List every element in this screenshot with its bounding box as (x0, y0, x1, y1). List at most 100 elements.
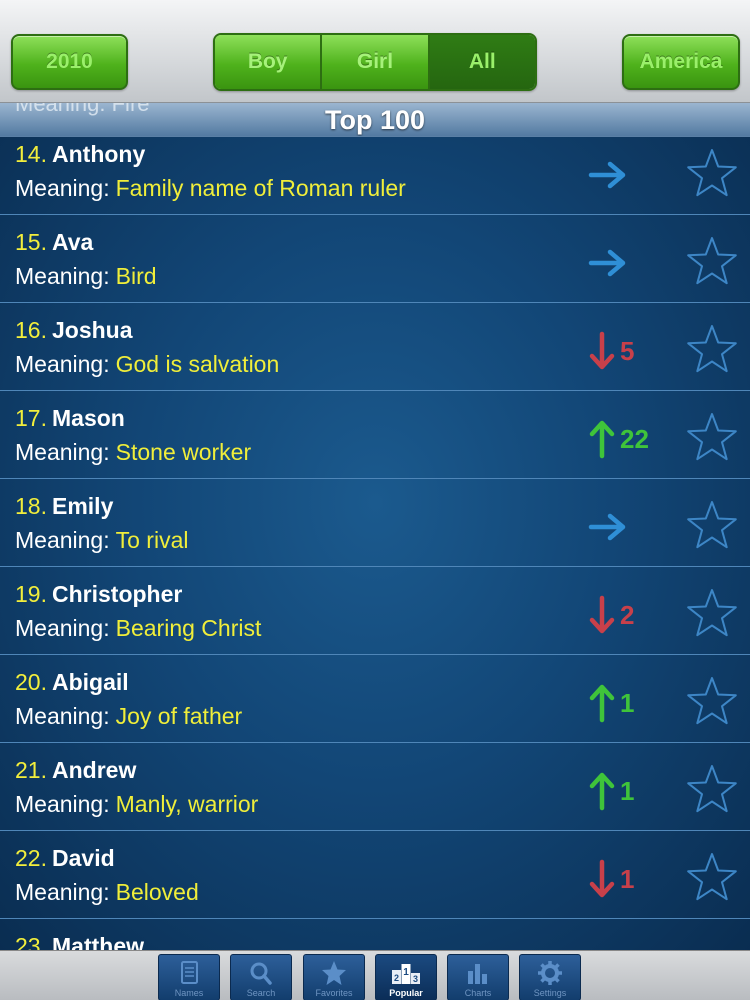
rank-change-value: 2 (620, 599, 635, 630)
gear-icon (535, 959, 565, 987)
tab-label: Favorites (315, 988, 353, 998)
rank-change-indicator: 5 (588, 331, 668, 371)
meaning-line: Meaning: Bearing Christ (15, 615, 261, 642)
meaning-label: Meaning: (15, 351, 110, 377)
rank-change-value: 1 (620, 863, 635, 894)
rank-change-indicator: 1 (588, 683, 668, 723)
baby-name: Christopher (52, 581, 183, 607)
meaning-value: Stone worker (115, 439, 252, 465)
rank-number: 18. (15, 493, 47, 519)
favorite-star-icon[interactable] (684, 587, 740, 639)
meaning-value: Bird (115, 263, 157, 289)
baby-name: Emily (52, 493, 114, 519)
segment-all[interactable]: All (429, 35, 535, 89)
year-button[interactable]: 2010 (11, 34, 128, 90)
tab-label: Search (246, 988, 276, 998)
rank-number: 15. (15, 229, 47, 255)
baby-name: Andrew (52, 757, 137, 783)
name-row[interactable]: 14. Anthony Meaning: Family name of Roman r… (0, 137, 750, 215)
meaning-label: Meaning: (15, 439, 110, 465)
tab-popular[interactable]: 2 1 3 Popular (375, 954, 437, 1000)
search-icon (246, 959, 276, 987)
name-row[interactable]: 16. Joshua Meaning: God is salvation 5 (0, 303, 750, 391)
top-toolbar: 2010 Boy Girl All America (0, 0, 750, 103)
meaning-value: Joy of father (115, 703, 243, 729)
meaning-value: Family name of Roman ruler (115, 175, 406, 201)
notebook-icon (174, 959, 204, 987)
tab-settings[interactable]: Settings (519, 954, 581, 1000)
tab-label: Popular (389, 988, 423, 998)
rank-number: 19. (15, 581, 47, 607)
meaning-line: Meaning: To rival (15, 527, 188, 554)
rank-change-indicator: 1 (588, 859, 668, 899)
rank-number: 16. (15, 317, 47, 343)
favorite-star-icon[interactable] (684, 675, 740, 727)
meaning-label: Meaning: (15, 615, 110, 641)
favorite-star-icon[interactable] (684, 147, 740, 199)
name-row[interactable]: 23. Matthew (0, 919, 750, 950)
favorite-star-icon[interactable] (684, 411, 740, 463)
rank-change-value: 1 (620, 687, 635, 718)
meaning-value: God is salvation (115, 351, 280, 377)
name-row[interactable]: 17. Mason Meaning: Stone worker 22 (0, 391, 750, 479)
popular-names-list[interactable]: 14. Anthony Meaning: Family name of Roman r… (0, 137, 750, 950)
rank-change-indicator (588, 243, 668, 283)
name-row[interactable]: 21. Andrew Meaning: Manly, warrior 1 (0, 743, 750, 831)
meaning-line: Meaning: Family name of Roman ruler (15, 175, 406, 202)
meaning-line: Meaning: Stone worker (15, 439, 251, 466)
rank-change-indicator: 1 (588, 771, 668, 811)
tab-names[interactable]: Names (158, 954, 220, 1000)
name-row[interactable]: 20. Abigail Meaning: Joy of father 1 (0, 655, 750, 743)
rank-change-value: 5 (620, 335, 635, 366)
meaning-value: Manly, warrior (115, 791, 259, 817)
meaning-label: Meaning: (15, 263, 110, 289)
name-row[interactable]: 15. Ava Meaning: Bird (0, 215, 750, 303)
rank-number: 14. (15, 141, 47, 167)
arrow-down-icon (588, 595, 616, 635)
arrow-down-icon (588, 859, 616, 899)
baby-name: Abigail (52, 669, 129, 695)
baby-name: Ava (52, 229, 94, 255)
baby-name: Mason (52, 405, 125, 431)
svg-text:3: 3 (413, 974, 418, 984)
favorite-star-icon[interactable] (684, 235, 740, 287)
tab-label: Settings (533, 988, 567, 998)
gender-segmented-control: Boy Girl All (213, 33, 537, 91)
favorite-star-icon[interactable] (684, 851, 740, 903)
arrow-right-icon (588, 248, 628, 278)
meaning-label: Meaning: (15, 175, 110, 201)
country-button[interactable]: America (622, 34, 740, 90)
segment-boy[interactable]: Boy (215, 35, 323, 89)
country-button-label: America (639, 50, 723, 73)
meaning-line: Meaning: Bird (15, 263, 157, 290)
name-row[interactable]: 18. Emily Meaning: To rival (0, 479, 750, 567)
name-row[interactable]: 22. David Meaning: Beloved 1 (0, 831, 750, 919)
baby-name: Matthew (52, 933, 144, 950)
rank-change-indicator: 2 (588, 595, 668, 635)
meaning-line: Meaning: Manly, warrior (15, 791, 258, 818)
tab-search[interactable]: Search (230, 954, 292, 1000)
podium-icon: 213 (391, 959, 421, 987)
arrow-right-icon (588, 512, 628, 542)
arrow-up-icon (588, 771, 616, 811)
rank-change-indicator (588, 507, 668, 547)
section-header: Meaning: Fire Top 100 (0, 103, 750, 137)
bottom-tab-bar: Names Search Favorites 2 1 3 Popular Charts Sett… (0, 950, 750, 1000)
rank-change-value: 22 (620, 423, 649, 454)
year-button-label: 2010 (46, 50, 93, 73)
bar-chart-icon (463, 959, 493, 987)
baby-name: David (52, 845, 115, 871)
name-row[interactable]: 19. Christopher Meaning: Bearing Christ 2 (0, 567, 750, 655)
rank-number: 17. (15, 405, 47, 431)
favorite-star-icon[interactable] (684, 763, 740, 815)
rank-number: 21. (15, 757, 47, 783)
arrow-down-icon (588, 331, 616, 371)
tab-charts[interactable]: Charts (447, 954, 509, 1000)
meaning-line: Meaning: Beloved (15, 879, 199, 906)
segment-girl[interactable]: Girl (322, 35, 430, 89)
meaning-line: Meaning: Joy of father (15, 703, 242, 730)
tab-favorites[interactable]: Favorites (303, 954, 365, 1000)
favorite-star-icon[interactable] (684, 323, 740, 375)
favorite-star-icon[interactable] (684, 499, 740, 551)
svg-text:2: 2 (394, 973, 399, 983)
